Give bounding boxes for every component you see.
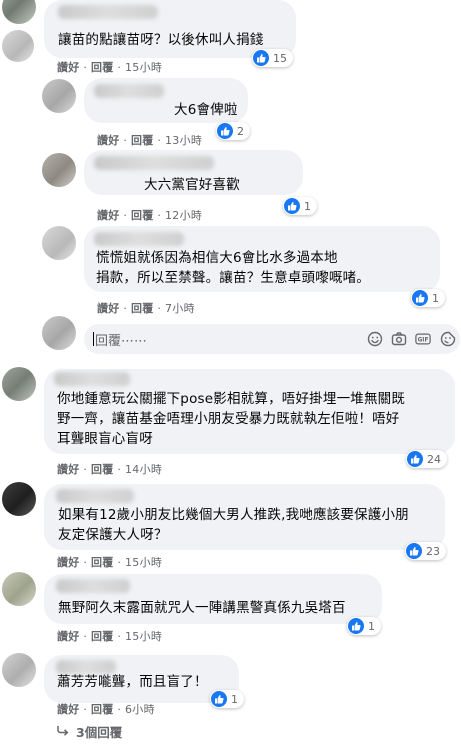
comment-actions: 讚好 · 回覆 · 15小時 [57, 556, 163, 569]
current-user-avatar [42, 316, 76, 350]
commenter-name[interactable] [56, 489, 134, 503]
thumbs-up-icon [211, 691, 227, 707]
thumbs-up-icon [406, 543, 422, 559]
avatar[interactable] [2, 482, 36, 516]
reaction-count[interactable]: 1 [411, 289, 445, 307]
like-link[interactable]: 讚好 [57, 703, 80, 716]
comment-text: 大6會俾啦 [174, 102, 238, 118]
thumbs-up-icon [412, 290, 428, 306]
timestamp[interactable]: 13小時 [165, 134, 202, 147]
reply-link[interactable]: 回覆 [91, 61, 114, 74]
like-link[interactable]: 讚好 [97, 134, 120, 147]
reaction-count[interactable]: 23 [405, 542, 446, 560]
thumbs-up-icon [284, 198, 300, 214]
gif-icon[interactable]: GIF [415, 331, 431, 347]
avatar[interactable] [2, 367, 36, 401]
reply-link[interactable]: 回覆 [91, 703, 114, 716]
thumbs-up-icon [348, 618, 364, 634]
reply-link[interactable]: 回覆 [131, 302, 154, 315]
like-link[interactable]: 讚好 [57, 463, 80, 476]
timestamp[interactable]: 15小時 [125, 630, 162, 643]
reply-link[interactable]: 回覆 [91, 630, 114, 643]
comment-text: 大六黨官好喜歡 [144, 177, 240, 193]
like-link[interactable]: 讚好 [57, 630, 80, 643]
commenter-name[interactable] [58, 5, 158, 19]
timestamp[interactable]: 6小時 [125, 703, 155, 716]
like-link[interactable]: 讚好 [57, 61, 80, 74]
comment-text: 你地鍾意玩公關擺下pose影相就算，唔好掛埋一堆無關既 野一齊，讓苗基金唔理小朋… [57, 391, 406, 447]
avatar[interactable] [42, 153, 76, 187]
emoji-icon[interactable] [367, 331, 383, 347]
comment-text: 無野阿久末露面就咒人一陣講黑警真係九吳塔百 [58, 600, 346, 616]
comment-actions: 讚好 · 回覆 · 6小時 [57, 703, 155, 716]
commenter-name[interactable] [56, 579, 130, 593]
reaction-count[interactable]: 24 [406, 450, 447, 468]
reaction-count[interactable]: 2 [216, 122, 250, 140]
comment-actions: 讚好 · 回覆 · 13小時 [97, 134, 203, 147]
view-replies-label: 3個回覆 [76, 725, 123, 740]
avatar[interactable] [2, 30, 34, 62]
reply-input[interactable]: 回覆⋯⋯ GIF [84, 324, 460, 354]
thumbs-up-icon [253, 50, 269, 66]
commenter-name[interactable] [94, 232, 184, 246]
reaction-count[interactable]: 1 [210, 690, 244, 708]
thumbs-up-icon [217, 123, 233, 139]
commenter-name[interactable] [94, 156, 214, 170]
avatar[interactable] [2, 572, 36, 606]
thumbs-up-icon [407, 451, 423, 467]
reply-link[interactable]: 回覆 [131, 209, 154, 222]
timestamp[interactable]: 15小時 [125, 61, 162, 74]
timestamp[interactable]: 7小時 [165, 302, 195, 315]
comment-actions: 讚好 · 回覆 · 7小時 [97, 302, 195, 315]
reaction-count[interactable]: 1 [283, 197, 317, 215]
reply-arrow-icon [57, 724, 69, 739]
sticker-icon[interactable] [440, 331, 456, 347]
comment-text: 慌慌姐就係因為相信大6會比水多過本地 捐款，所以至禁聲。讓苗？生意卓頭嚟嘅啫。 [96, 250, 370, 286]
like-link[interactable]: 讚好 [97, 302, 120, 315]
reaction-count[interactable]: 15 [252, 49, 293, 67]
comment-actions: 讚好 · 回覆 · 12小時 [97, 209, 203, 222]
reply-placeholder: 回覆⋯⋯ [95, 334, 148, 349]
timestamp[interactable]: 15小時 [125, 556, 162, 569]
reaction-count[interactable]: 1 [347, 617, 381, 635]
reply-link[interactable]: 回覆 [131, 134, 154, 147]
avatar[interactable] [2, 653, 36, 687]
comment-actions: 讚好 · 回覆 · 14小時 [57, 463, 163, 476]
avatar[interactable] [42, 226, 76, 260]
comment-text: 讓苗的點讓苗呀？以後休叫人捐錢 [58, 32, 264, 48]
text-caret [93, 332, 94, 346]
commenter-name[interactable] [54, 372, 130, 386]
svg-text:GIF: GIF [418, 338, 429, 344]
comment-text: 如果有12歲小朋友比幾個大男人推跌,我哋應該要保護小朋 友定保護大人呀？ [58, 507, 409, 543]
comment-text: 蕭芳芳𠹌聾，而且盲了！ [57, 674, 208, 690]
like-link[interactable]: 讚好 [97, 209, 120, 222]
comment-actions: 讚好 · 回覆 · 15小時 [57, 61, 163, 74]
camera-icon[interactable] [391, 331, 407, 347]
view-replies-link[interactable]: 3個回覆 [57, 722, 122, 741]
avatar[interactable] [2, 0, 36, 24]
commenter-name[interactable] [94, 84, 164, 98]
timestamp[interactable]: 14小時 [125, 463, 162, 476]
like-link[interactable]: 讚好 [57, 556, 80, 569]
timestamp[interactable]: 12小時 [165, 209, 202, 222]
comment-actions: 讚好 · 回覆 · 15小時 [57, 630, 163, 643]
avatar[interactable] [42, 79, 76, 113]
reply-link[interactable]: 回覆 [91, 463, 114, 476]
reply-link[interactable]: 回覆 [91, 556, 114, 569]
